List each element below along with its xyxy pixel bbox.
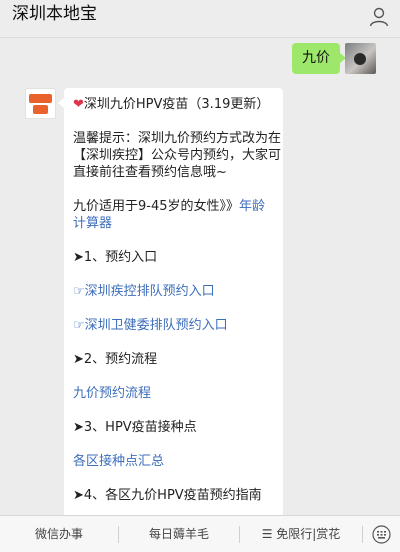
cdc-queue-link[interactable]: ☞深圳疾控排队预约入口	[73, 283, 215, 300]
age-calculator-link[interactable]: 年龄	[239, 199, 265, 214]
user-message-bubble: 九价	[292, 43, 346, 74]
account-avatar[interactable]	[25, 88, 56, 119]
menu-daily-deals[interactable]: 每日薅羊毛	[119, 516, 239, 552]
tip-line-2: 【深圳疾控】公众号内预约，大家可	[73, 148, 282, 163]
age-info-text: 九价适用于9-45岁的女性》》	[73, 199, 240, 214]
message-title: 深圳九价HPV疫苗（3.19更新）	[83, 97, 270, 112]
chat-title: 深圳本地宝	[12, 4, 97, 24]
section-heading-1: ➤1、预约入口	[73, 250, 158, 265]
tip-line-3: 直接前往查看预约信息哦~	[73, 165, 227, 180]
vaccination-sites-link[interactable]: 各区接种点汇总	[73, 453, 164, 470]
menu-restrictions-flowers[interactable]: ☰ 免限行|赏花	[240, 516, 362, 552]
menu-divider	[362, 526, 363, 543]
tip-line-1: 温馨提示：深圳九价预约方式改为在	[73, 131, 282, 146]
menu-restrictions-flowers-label: 免限行|赏花	[276, 527, 341, 541]
chat-header: 深圳本地宝	[0, 0, 400, 38]
message-title-row: ❤深圳九价HPV疫苗（3.19更新）	[73, 96, 269, 113]
bot-message-bubble: ❤深圳九价HPV疫苗（3.19更新） 温馨提示：深圳九价预约方式改为在 【深圳疾…	[58, 88, 283, 528]
age-calculator-link-continued[interactable]: 计算器	[73, 215, 112, 232]
age-info-row: 九价适用于9-45岁的女性》》年龄	[73, 198, 265, 215]
user-avatar[interactable]	[345, 43, 376, 74]
section-heading-2: ➤2、预约流程	[73, 352, 158, 367]
person-icon[interactable]	[368, 6, 390, 28]
heart-icon: ❤	[73, 97, 84, 112]
menu-wechat-services[interactable]: 微信办事	[0, 516, 118, 552]
bottom-menu-bar: 微信办事 每日薅羊毛 ☰ 免限行|赏花	[0, 515, 400, 552]
list-icon: ☰	[261, 527, 277, 541]
section-heading-3: ➤3、HPV疫苗接种点	[73, 420, 197, 435]
health-commission-queue-link[interactable]: ☞深圳卫健委排队预约入口	[73, 317, 228, 334]
section-heading-4: ➤4、各区九价HPV疫苗预约指南	[73, 488, 262, 503]
emoji-keyboard-icon[interactable]	[372, 525, 391, 544]
booking-process-link[interactable]: 九价预约流程	[73, 385, 151, 402]
